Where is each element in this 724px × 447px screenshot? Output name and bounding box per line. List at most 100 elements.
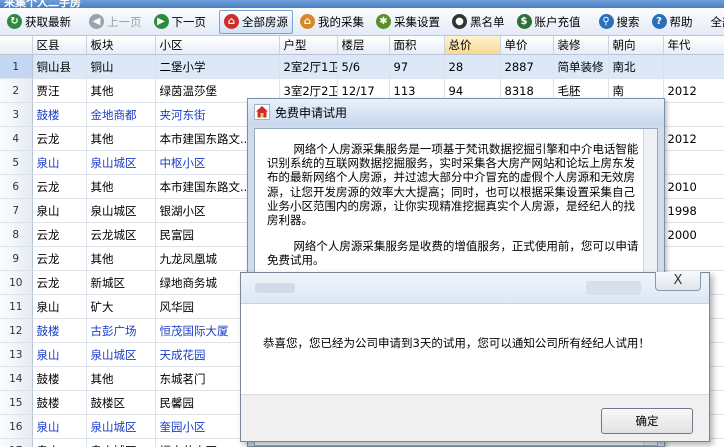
toolbar-button-10[interactable]: 全部: [706, 10, 724, 34]
account-icon: $: [516, 14, 532, 29]
table-row[interactable]: 1 铜山县 铜山 二堡小学 2室2厅1卫 5/6 97 28 2887 简单装修 南北: [0, 54, 724, 79]
toolbar-button-9[interactable]: ? 帮助: [647, 10, 698, 34]
table-cell: [663, 150, 724, 175]
table-cell: 泉山城区: [86, 438, 156, 447]
free-trial-dialog-titlebar[interactable]: 免费申请试用: [248, 99, 664, 125]
column-header[interactable]: 板块: [86, 36, 156, 55]
row-number: 1: [0, 54, 33, 79]
table-cell: 2012: [663, 78, 724, 103]
table-cell: 铜山: [86, 54, 156, 79]
toolbar-button-label: 获取最新: [25, 14, 71, 29]
row-number: 3: [0, 102, 33, 127]
toolbar-button-label: 采集设置: [394, 14, 440, 29]
table-cell: 其他: [86, 174, 156, 199]
table-cell: 泉山城区: [86, 342, 156, 367]
row-number: 4: [0, 126, 33, 151]
table-cell: 古彭广场: [86, 318, 156, 343]
row-number: 10: [0, 270, 33, 295]
free-trial-dialog-title: 免费申请试用: [275, 105, 348, 120]
toolbar: ↻ 获取最新 ◀ 上一页 ▶ 下一页 ⌂ 全部房源 ⌂ 我的采集 ✱ 采集设置 ● 黑名单 $ 账户充值 ⚲ 搜索…: [0, 8, 724, 36]
table-cell: 其他: [86, 246, 156, 271]
row-number: 15: [0, 390, 33, 415]
dialog-footer: 确定: [241, 394, 709, 441]
toolbar-button-7[interactable]: $ 账户充值: [512, 10, 586, 34]
description-paragraph-1: 网络个人房源采集服务是一项基于梵讯数据挖掘引擎和中介电话智能识别系统的互联网数据…: [267, 142, 639, 228]
table-cell: 新城区: [86, 270, 156, 295]
row-number-header: [0, 36, 33, 55]
column-header[interactable]: 区县: [32, 36, 87, 55]
table-cell: 云龙: [32, 222, 87, 247]
house-icon: [254, 104, 270, 120]
home-user-icon: ⌂: [300, 14, 315, 29]
toolbar-button-4[interactable]: ⌂ 我的采集: [295, 10, 369, 34]
column-header[interactable]: 小区: [155, 36, 280, 55]
table-cell: 1998: [663, 198, 724, 223]
table-cell: 其他: [86, 78, 156, 103]
table-cell: 金地商都: [86, 102, 156, 127]
column-header[interactable]: 装修: [553, 36, 609, 55]
table-cell: 其他: [86, 366, 156, 391]
table-cell: 鼓楼: [32, 366, 87, 391]
column-header[interactable]: 朝向: [608, 36, 664, 55]
table-cell: 鼓楼: [32, 318, 87, 343]
search-icon: ⚲: [598, 14, 614, 29]
table-cell: 2887: [500, 54, 554, 79]
house-icon: ⌂: [224, 14, 239, 29]
toolbar-button-5[interactable]: ✱ 采集设置: [371, 10, 445, 34]
table-cell: 贾汪: [32, 78, 87, 103]
table-cell: 其他: [86, 126, 156, 151]
table-cell: [663, 102, 724, 127]
table-cell: 2012: [663, 126, 724, 151]
help-icon: ?: [651, 14, 667, 29]
trial-success-dialog: X 恭喜您，您已经为公司申请到3天的试用，您可以通知公司所有经纪人试用！ 确定: [240, 272, 710, 442]
window-title: 采集个人二手房: [4, 0, 81, 8]
table-cell: 鼓楼区: [86, 390, 156, 415]
table-cell: 云龙: [32, 246, 87, 271]
table-cell: 97: [389, 54, 445, 79]
toolbar-button-0[interactable]: ↻ 获取最新: [2, 10, 76, 34]
trial-success-message: 恭喜您，您已经为公司申请到3天的试用，您可以通知公司所有经纪人试用！: [263, 336, 650, 350]
row-number: 5: [0, 150, 33, 175]
window-title-bar: 采集个人二手房: [0, 0, 724, 8]
table-cell: 泉山: [32, 342, 87, 367]
table-cell: 5/6: [337, 54, 390, 79]
row-number: 16: [0, 414, 33, 439]
column-header[interactable]: 面积: [389, 36, 445, 55]
column-header[interactable]: 总价: [444, 36, 501, 55]
blurred-title-badge: [586, 281, 641, 295]
table-cell: 云龙: [32, 174, 87, 199]
trial-success-dialog-titlebar[interactable]: X: [241, 272, 709, 304]
row-number: 11: [0, 294, 33, 319]
toolbar-button-1[interactable]: ◀ 上一页: [84, 10, 147, 34]
close-button[interactable]: X: [655, 272, 701, 291]
table-cell: 2室2厅1卫: [279, 54, 338, 79]
toolbar-button-6[interactable]: ● 黑名单: [447, 10, 510, 34]
table-cell: 2010: [663, 174, 724, 199]
column-header[interactable]: 楼层: [337, 36, 390, 55]
gear-icon: ✱: [376, 14, 391, 29]
toolbar-button-8[interactable]: ⚲ 搜索: [594, 10, 645, 34]
ok-button[interactable]: 确定: [601, 408, 693, 434]
table-cell: 泉山城区: [86, 150, 156, 175]
column-header[interactable]: 户型: [279, 36, 338, 55]
toolbar-button-label: 下一页: [171, 14, 207, 29]
row-number: 8: [0, 222, 33, 247]
toolbar-button-3[interactable]: ⌂ 全部房源: [219, 9, 293, 34]
table-cell: 泉山城区: [86, 198, 156, 223]
column-header[interactable]: 年代: [663, 36, 724, 55]
column-header[interactable]: 单价: [500, 36, 554, 55]
toolbar-button-label: 账户充值: [534, 14, 581, 29]
blacklist-icon: ●: [452, 14, 467, 29]
table-header: 区县 板块 小区 户型 楼层 面积 总价 单价 装修 朝向 年代: [0, 36, 724, 55]
blurred-title-text: [255, 283, 295, 293]
row-number: 2: [0, 78, 33, 103]
toolbar-button-2[interactable]: ▶ 下一页: [149, 10, 212, 34]
table-cell: 矿大: [86, 294, 156, 319]
table-cell: 2000: [663, 222, 724, 247]
next-icon: ▶: [153, 14, 169, 29]
row-number: 17: [0, 438, 33, 447]
toolbar-button-label: 黑名单: [470, 14, 505, 29]
table-cell: 泉山城区: [86, 414, 156, 439]
row-number: 13: [0, 342, 33, 367]
table-cell: 28: [444, 54, 501, 79]
